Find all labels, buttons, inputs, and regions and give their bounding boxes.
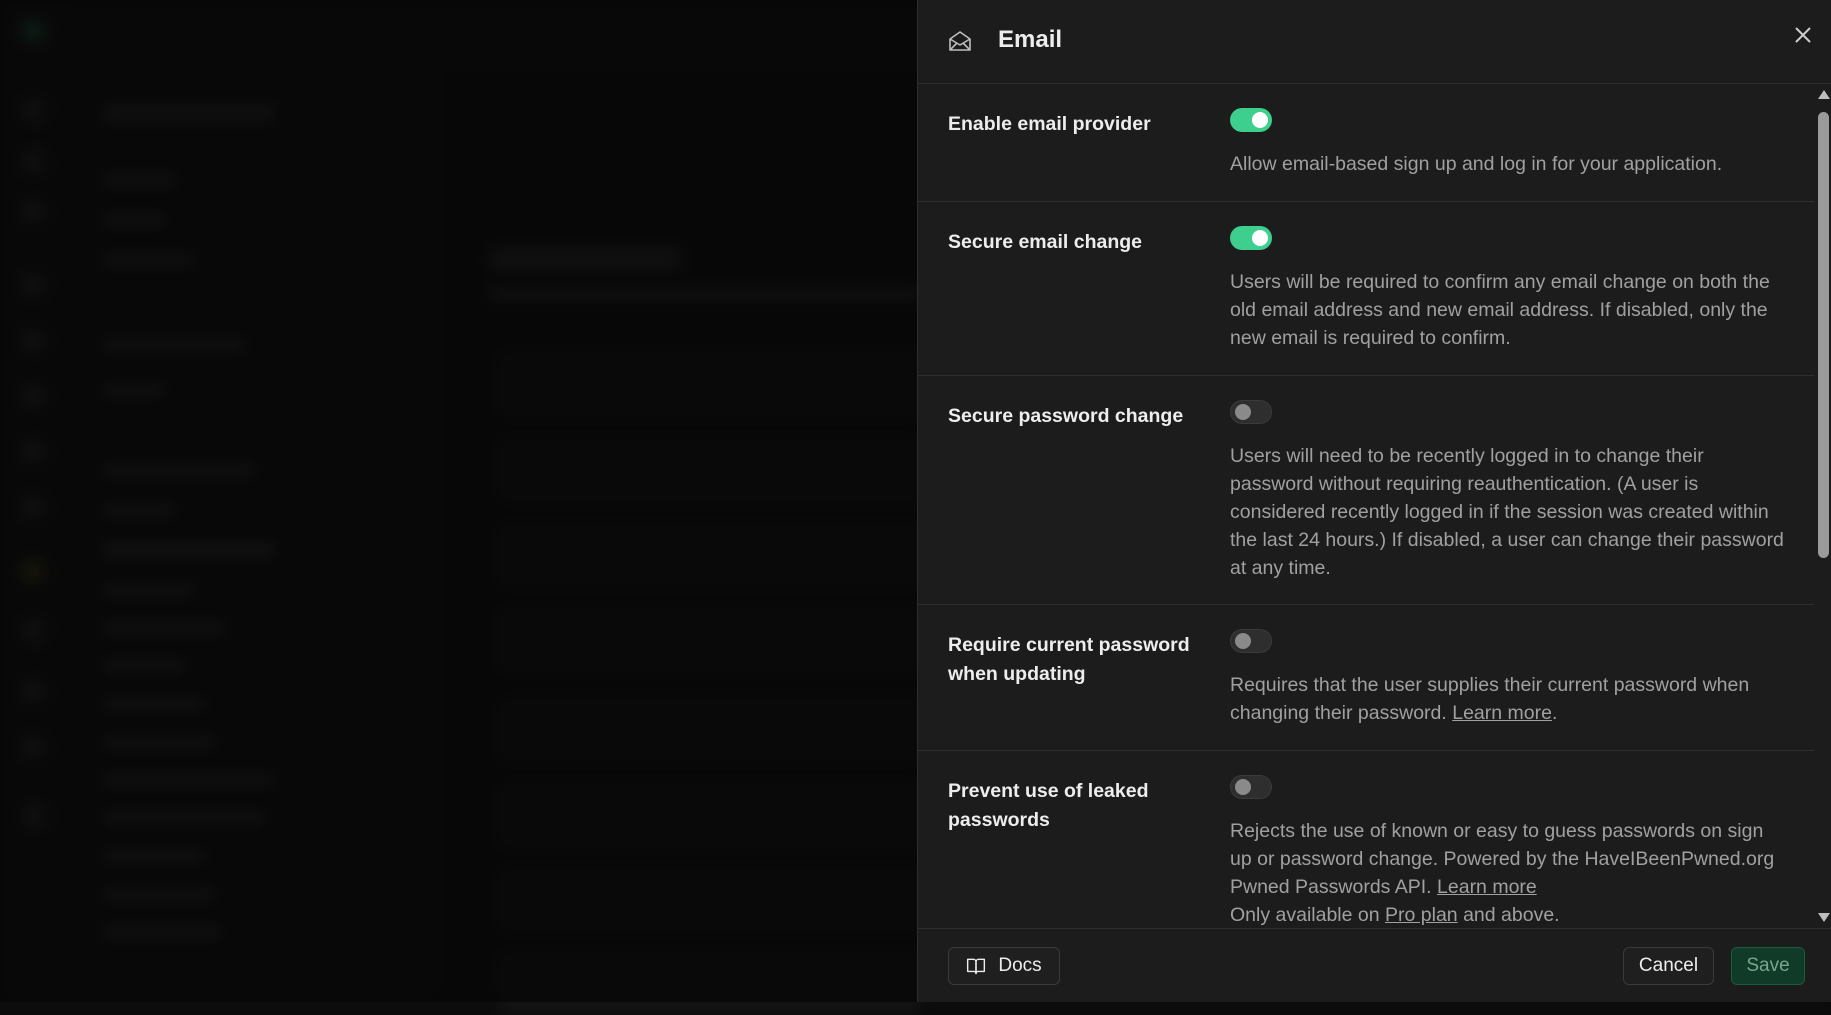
secure-password-change-toggle[interactable]: [1230, 400, 1272, 424]
scroll-up-arrow-icon[interactable]: [1818, 90, 1830, 99]
setting-description: Rejects the use of known or easy to gues…: [1230, 817, 1790, 928]
toggle-knob: [1235, 633, 1251, 649]
setting-description: Requires that the user supplies their cu…: [1230, 671, 1790, 727]
toggle-knob: [1235, 404, 1251, 420]
availability-prefix: Only available on: [1230, 904, 1380, 926]
docs-button[interactable]: Docs: [948, 947, 1060, 985]
setting-row-require-current-password: Require current password when updating R…: [918, 605, 1814, 751]
scroll-thumb[interactable]: [1818, 112, 1829, 558]
setting-row-enable-email-provider: Enable email provider Allow email-based …: [918, 84, 1814, 202]
panel-footer: Docs Cancel Save: [918, 928, 1831, 1002]
book-open-icon: [967, 958, 986, 975]
panel-title: Email: [998, 26, 1063, 53]
setting-description: Users will be required to confirm any em…: [1230, 271, 1770, 349]
setting-description: Allow email-based sign up and log in for…: [1230, 153, 1723, 175]
setting-row-prevent-leaked-passwords: Prevent use of leaked passwords Rejects …: [918, 751, 1814, 928]
setting-label: Prevent use of leaked passwords: [948, 780, 1149, 831]
require-current-password-toggle[interactable]: [1230, 629, 1272, 653]
learn-more-link[interactable]: Learn more: [1437, 876, 1537, 898]
learn-more-link[interactable]: Learn more: [1452, 702, 1552, 724]
panel-header: Email: [918, 0, 1831, 84]
cancel-button[interactable]: Cancel: [1623, 947, 1714, 985]
setting-label: Secure password change: [948, 405, 1184, 427]
toggle-knob: [1252, 230, 1268, 246]
secure-email-change-toggle[interactable]: [1230, 226, 1272, 250]
enable-email-provider-toggle[interactable]: [1230, 108, 1272, 132]
setting-label: Secure email change: [948, 231, 1143, 253]
pro-plan-link[interactable]: Pro plan: [1385, 904, 1458, 926]
settings-list: Enable email provider Allow email-based …: [918, 84, 1814, 928]
prevent-leaked-passwords-toggle[interactable]: [1230, 775, 1272, 799]
panel-scrollbar[interactable]: [1814, 84, 1831, 928]
save-button[interactable]: Save: [1731, 947, 1805, 985]
envelope-open-icon: [949, 31, 971, 51]
description-trailing: .: [1551, 702, 1558, 724]
close-icon[interactable]: [1790, 22, 1816, 48]
docs-button-label: Docs: [998, 955, 1042, 976]
toggle-knob: [1252, 112, 1268, 128]
email-provider-panel: Email Enable email provider Allow email-…: [917, 0, 1831, 1002]
setting-row-secure-password-change: Secure password change Users will need t…: [918, 376, 1814, 605]
scroll-down-arrow-icon[interactable]: [1818, 913, 1830, 922]
toggle-knob: [1235, 779, 1251, 795]
setting-label: Require current password when updating: [948, 634, 1190, 685]
availability-suffix: and above.: [1463, 904, 1560, 926]
modal-backdrop[interactable]: [0, 0, 917, 1002]
setting-label: Enable email provider: [948, 113, 1151, 135]
setting-description: Users will need to be recently logged in…: [1230, 445, 1784, 579]
setting-row-secure-email-change: Secure email change Users will be requir…: [918, 202, 1814, 376]
